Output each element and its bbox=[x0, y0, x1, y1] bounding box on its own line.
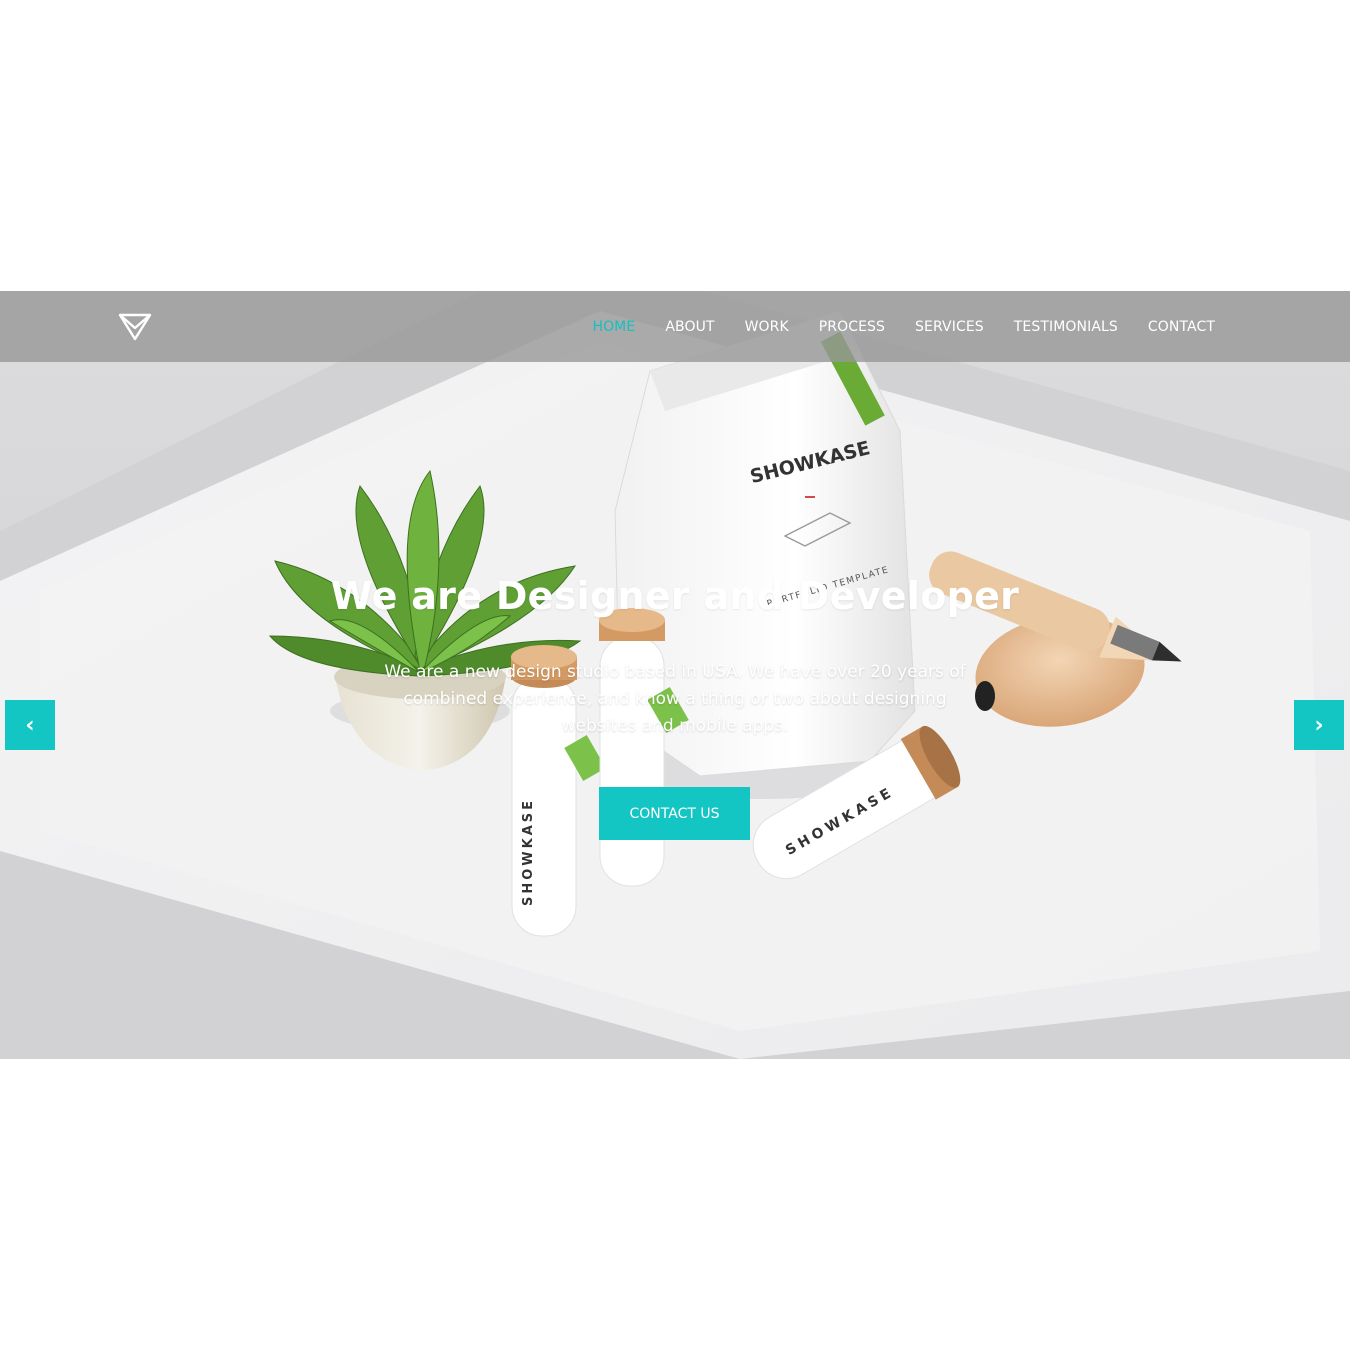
nav-item-testimonials[interactable]: TESTIMONIALS bbox=[1014, 319, 1118, 335]
chevron-right-icon: › bbox=[1314, 712, 1324, 738]
slider-prev-button[interactable]: ‹ bbox=[5, 700, 55, 750]
hero-slider: SHOWKASE PORTFOLIO TEMPLATE SHOWKASE SHO… bbox=[0, 291, 1350, 1059]
nav-item-about[interactable]: ABOUT bbox=[665, 319, 714, 335]
main-nav: HOME ABOUT WORK PROCESS SERVICES TESTIMO… bbox=[592, 291, 1215, 362]
navbar: HOME ABOUT WORK PROCESS SERVICES TESTIMO… bbox=[0, 291, 1350, 362]
nav-item-home[interactable]: HOME bbox=[592, 319, 635, 335]
page: SHOWKASE PORTFOLIO TEMPLATE SHOWKASE SHO… bbox=[0, 0, 1350, 1350]
nav-item-process[interactable]: PROCESS bbox=[819, 319, 885, 335]
contact-us-button[interactable]: CONTACT US bbox=[599, 787, 750, 840]
triangle-logo-icon[interactable] bbox=[118, 313, 152, 341]
slider-next-button[interactable]: › bbox=[1294, 700, 1344, 750]
nav-item-services[interactable]: SERVICES bbox=[915, 319, 984, 335]
tube-label-1: SHOWKASE bbox=[521, 798, 536, 906]
nav-item-contact[interactable]: CONTACT bbox=[1148, 319, 1215, 335]
hero-background-image: SHOWKASE PORTFOLIO TEMPLATE SHOWKASE SHO… bbox=[0, 291, 1350, 1059]
chevron-left-icon: ‹ bbox=[25, 712, 35, 738]
nav-item-work[interactable]: WORK bbox=[745, 319, 789, 335]
